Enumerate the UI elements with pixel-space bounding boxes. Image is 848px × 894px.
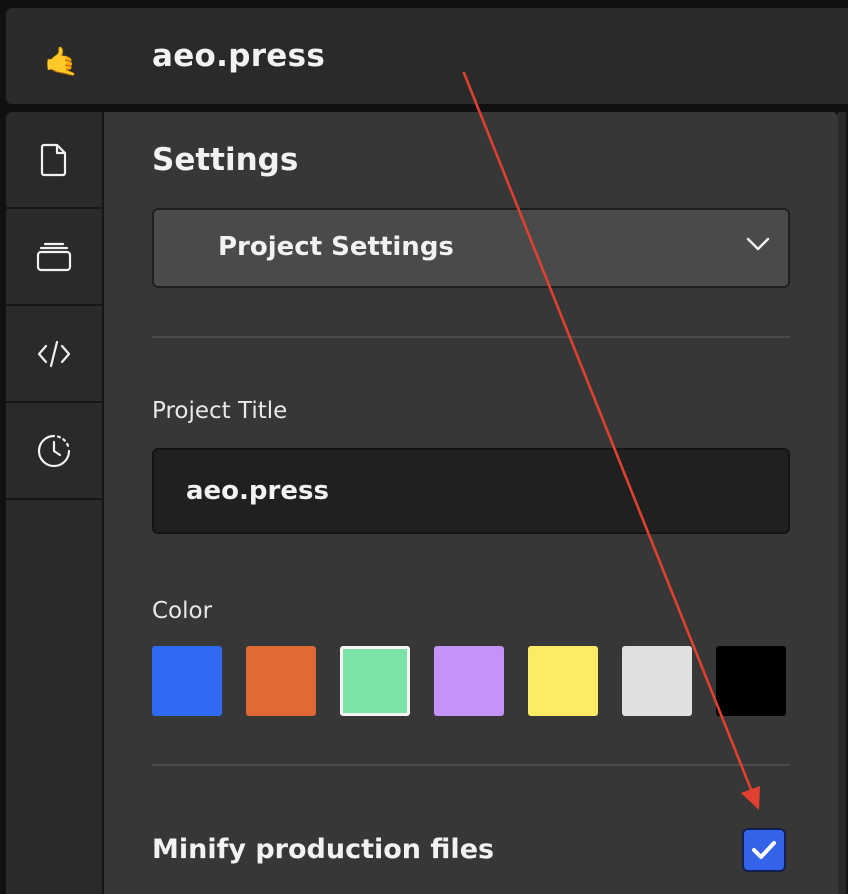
layers-icon — [36, 242, 72, 271]
checkmark-icon — [752, 841, 776, 859]
project-title-label: Project Title — [152, 398, 288, 424]
color-swatch-black[interactable] — [716, 646, 786, 716]
section-divider — [152, 336, 790, 338]
color-swatch-gray[interactable] — [622, 646, 692, 716]
header-bar: 🤙 aeo.press — [6, 8, 848, 104]
minify-checkbox[interactable] — [742, 828, 786, 872]
minify-label: Minify production files — [152, 834, 495, 865]
color-label: Color — [152, 598, 213, 624]
select-value: Project Settings — [218, 232, 454, 262]
sidebar-item-pages[interactable] — [6, 112, 102, 209]
project-title-value: aeo.press — [186, 476, 329, 506]
color-swatch-yellow[interactable] — [528, 646, 598, 716]
panel-title: Settings — [152, 142, 299, 178]
settings-section-select[interactable]: Project Settings — [152, 208, 790, 288]
color-swatch-orange[interactable] — [246, 646, 316, 716]
section-divider — [152, 764, 790, 766]
color-swatch-green[interactable] — [340, 646, 410, 716]
sidebar-rail — [6, 112, 102, 894]
color-swatch-purple[interactable] — [434, 646, 504, 716]
chevron-down-icon — [746, 237, 770, 251]
project-name: aeo.press — [152, 38, 326, 74]
call-me-hand-icon[interactable]: 🤙 — [44, 46, 79, 78]
code-icon — [37, 340, 71, 367]
sidebar-item-layers[interactable] — [6, 209, 102, 306]
history-clock-icon — [37, 434, 71, 467]
right-panel-edge — [838, 112, 848, 894]
color-swatch-blue[interactable] — [152, 646, 222, 716]
file-icon — [40, 143, 67, 176]
app-window: 🤙 aeo.press Settings Project Settings Pr… — [0, 0, 848, 894]
project-title-input[interactable]: aeo.press — [152, 448, 790, 534]
settings-panel: Settings Project Settings Project Title … — [104, 112, 838, 894]
sidebar-item-code[interactable] — [6, 306, 102, 403]
sidebar-item-history[interactable] — [6, 403, 102, 500]
